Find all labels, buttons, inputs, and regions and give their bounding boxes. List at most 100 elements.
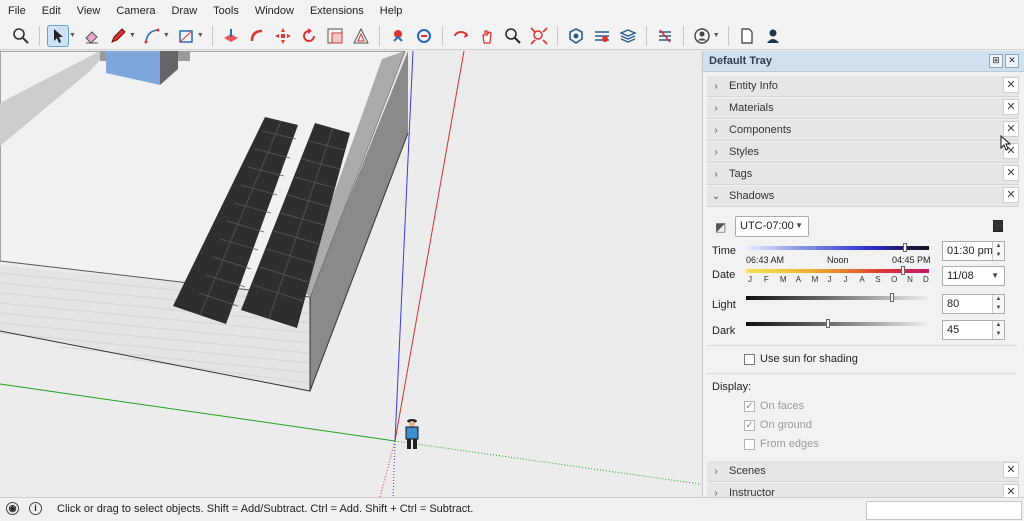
status-message: Click or drag to select objects. Shift =… xyxy=(57,503,474,515)
panel-styles[interactable]: › Styles ✕ xyxy=(707,142,1019,163)
offset-icon[interactable] xyxy=(350,25,372,47)
dark-spinner-icon[interactable]: ▲ ▼ xyxy=(992,321,1004,339)
light-spinner-icon[interactable]: ▲ ▼ xyxy=(992,295,1004,313)
pin-icon[interactable]: ⊞ xyxy=(989,54,1003,68)
dark-field[interactable]: 45 ▲ ▼ xyxy=(942,320,1005,340)
from-edges-checkbox[interactable] xyxy=(744,439,755,450)
rectangle-icon[interactable] xyxy=(175,25,197,47)
panel-entity-info[interactable]: › Entity Info ✕ xyxy=(707,76,1019,97)
zoom-window-icon[interactable] xyxy=(502,25,524,47)
menu-tools[interactable]: Tools xyxy=(205,0,247,22)
scale-figure xyxy=(405,419,419,449)
status-bar: ◉ i Click or drag to select objects. Shi… xyxy=(0,497,1024,521)
position-camera-icon[interactable] xyxy=(387,25,409,47)
light-slider[interactable] xyxy=(746,296,929,300)
menu-view[interactable]: View xyxy=(69,0,109,22)
follow-me-icon[interactable] xyxy=(246,25,268,47)
menu-camera[interactable]: Camera xyxy=(108,0,163,22)
close-icon[interactable]: ✕ xyxy=(1003,484,1019,497)
panel-tags[interactable]: › Tags ✕ xyxy=(707,164,1019,185)
measurements-box[interactable] xyxy=(866,501,1022,520)
month-label: N xyxy=(907,275,913,284)
move-icon[interactable] xyxy=(272,25,294,47)
zoom-icon[interactable] xyxy=(10,25,32,47)
month-label: A xyxy=(795,275,802,284)
mouse-cursor-icon xyxy=(1000,135,1012,151)
menu-help[interactable]: Help xyxy=(372,0,411,22)
month-label: F xyxy=(763,275,769,284)
solid-tools-icon[interactable] xyxy=(654,25,676,47)
panel-components[interactable]: › Components ✕ xyxy=(707,120,1019,141)
light-field[interactable]: 80 ▲ ▼ xyxy=(942,294,1005,314)
profile-dropdown-icon[interactable]: ▼ xyxy=(713,32,720,39)
dark-slider[interactable] xyxy=(746,322,929,326)
time-spinner-icon[interactable]: ▲ ▼ xyxy=(992,242,1004,260)
rotate-icon[interactable] xyxy=(298,25,320,47)
use-sun-checkbox[interactable] xyxy=(744,354,755,365)
time-slider[interactable] xyxy=(746,246,929,250)
rectangle-dropdown-icon[interactable]: ▼ xyxy=(197,32,204,39)
menu-extensions[interactable]: Extensions xyxy=(302,0,372,22)
menu-draw[interactable]: Draw xyxy=(163,0,205,22)
panel-instructor[interactable]: › Instructor ✕ xyxy=(707,483,1019,497)
menu-file[interactable]: File xyxy=(0,0,34,22)
close-icon[interactable]: ✕ xyxy=(1003,462,1019,478)
time-slider-thumb[interactable] xyxy=(903,243,908,252)
toggle-shadows-icon[interactable]: ◩ xyxy=(715,220,726,234)
panel-label: Components xyxy=(729,124,792,136)
select-dropdown-icon[interactable]: ▼ xyxy=(69,32,76,39)
toolbar-separator xyxy=(727,25,729,46)
walk-icon[interactable] xyxy=(413,25,435,47)
select-icon[interactable] xyxy=(47,24,69,47)
pencil-dropdown-icon[interactable]: ▼ xyxy=(129,32,136,39)
shadow-settings-icon[interactable] xyxy=(993,220,1003,232)
warehouse-icon[interactable] xyxy=(565,25,587,47)
model-viewport[interactable] xyxy=(0,51,700,497)
on-ground-checkbox[interactable]: ✓ xyxy=(744,420,755,431)
menu-window[interactable]: Window xyxy=(247,0,302,22)
scale-icon[interactable] xyxy=(324,25,346,47)
divider xyxy=(707,345,1017,346)
eraser-icon[interactable] xyxy=(81,25,103,47)
chevron-right-icon: › xyxy=(714,146,718,158)
new-file-icon[interactable] xyxy=(736,25,758,47)
light-slider-thumb[interactable] xyxy=(890,293,895,302)
arc-icon[interactable] xyxy=(141,25,163,47)
chevron-down-icon[interactable]: ▼ xyxy=(991,267,999,285)
time-field[interactable]: 01:30 pm ▲ ▼ xyxy=(942,241,1005,261)
panel-scenes[interactable]: › Scenes ✕ xyxy=(707,461,1019,482)
arc-dropdown-icon[interactable]: ▼ xyxy=(163,32,170,39)
zoom-extents-icon[interactable] xyxy=(528,25,550,47)
info-icon[interactable]: i xyxy=(29,502,42,515)
date-slider-thumb[interactable] xyxy=(901,266,906,275)
time-end-label: 04:45 PM xyxy=(892,255,931,265)
push-pull-icon[interactable] xyxy=(220,25,242,47)
pan-icon[interactable] xyxy=(476,25,498,47)
geo-location-icon[interactable]: ◉ xyxy=(6,502,19,515)
user-icon[interactable] xyxy=(762,25,784,47)
layout-icon[interactable] xyxy=(617,25,639,47)
toolbar-separator xyxy=(645,25,647,46)
date-field[interactable]: 11/08 ▼ xyxy=(942,266,1005,286)
extension-warehouse-icon[interactable] xyxy=(591,25,613,47)
profile-icon[interactable] xyxy=(691,25,713,47)
chevron-right-icon: › xyxy=(714,465,718,477)
pencil-icon[interactable] xyxy=(107,25,129,47)
scene-canvas xyxy=(0,51,700,497)
month-label: J xyxy=(843,275,848,284)
menu-edit[interactable]: Edit xyxy=(34,0,69,22)
close-icon[interactable]: ✕ xyxy=(1003,77,1019,93)
chevron-down-icon: ▼ xyxy=(795,221,803,230)
orbit-icon[interactable] xyxy=(450,25,472,47)
divider xyxy=(707,373,1017,374)
close-icon[interactable]: ✕ xyxy=(1003,187,1019,203)
on-faces-checkbox[interactable]: ✓ xyxy=(744,401,755,412)
chevron-right-icon: › xyxy=(714,124,718,136)
close-icon[interactable]: ✕ xyxy=(1003,99,1019,115)
tray-close-icon[interactable]: ✕ xyxy=(1005,54,1019,68)
timezone-dropdown[interactable]: UTC-07:00 ▼ xyxy=(735,216,809,237)
dark-slider-thumb[interactable] xyxy=(826,319,831,328)
panel-materials[interactable]: › Materials ✕ xyxy=(707,98,1019,119)
panel-shadows[interactable]: ⌄ Shadows ✕ xyxy=(707,186,1019,207)
close-icon[interactable]: ✕ xyxy=(1003,165,1019,181)
